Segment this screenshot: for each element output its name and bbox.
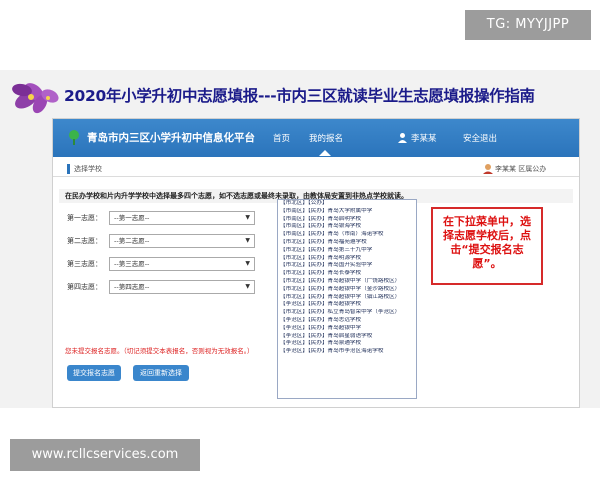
breadcrumb-bar: 选择学校 李某某 区属公办	[53, 161, 579, 177]
dropdown-item[interactable]: 【李沧区】【民办】青岛启星弱语学校	[278, 333, 416, 341]
dropdown-item[interactable]: 【市北区】【民办】私立青岛智荣中学（李沧区）	[278, 309, 416, 317]
back-button[interactable]: 返回重新选择	[133, 365, 189, 381]
choice-4-select[interactable]: --第四志愿-- ▼	[109, 280, 255, 294]
dropdown-item[interactable]: 【市北区】【民办】青岛福苑遵学校	[278, 239, 416, 247]
submit-button[interactable]: 提交报名志愿	[67, 365, 121, 381]
dropdown-item[interactable]: 【市北区】【民办】青岛第三十九中学	[278, 247, 416, 255]
flower-decoration-icon	[12, 83, 59, 114]
dropdown-item[interactable]: 【市南区】【民办】青岛（市南）海诺学校	[278, 231, 416, 239]
nav-user-name[interactable]: 李某某	[411, 132, 437, 144]
dropdown-item[interactable]: 【市北区】【民办】青岛超银中学（金沙路校区）	[278, 286, 416, 294]
page: TG: MYYJJPP 2020年小学升初中志愿填报---市内三区就读毕业生志愿…	[0, 0, 600, 480]
platform-header: 青岛市内三区小学升初中信息化平台 首页 我的报名 李某某 安全退出	[53, 119, 579, 157]
choice-2-select[interactable]: --第二志愿-- ▼	[109, 234, 255, 248]
avatar-icon	[483, 164, 493, 174]
dropdown-item[interactable]: 【市北区】【民办】青岛超银中学（镇江路校区）	[278, 294, 416, 302]
nav-my-registration[interactable]: 我的报名	[309, 132, 343, 156]
choice-1-value: --第一志愿--	[114, 214, 150, 222]
platform-title: 青岛市内三区小学升初中信息化平台	[87, 132, 255, 144]
watermark-top: TG: MYYJJPP	[465, 10, 591, 40]
breadcrumb: 选择学校	[67, 164, 102, 174]
dropdown-item[interactable]: 【市北区】【公办】	[278, 200, 416, 208]
choice-1-select[interactable]: --第一志愿-- ▼	[109, 211, 255, 225]
user-icon	[398, 133, 407, 143]
chevron-down-icon: ▼	[245, 283, 250, 290]
dropdown-item[interactable]: 【市北区】【民办】青岛国开实验中学	[278, 262, 416, 270]
slide-title: 2020年小学升初中志愿填报---市内三区就读毕业生志愿填报操作指南	[64, 87, 535, 105]
dropdown-item[interactable]: 【李沧区】【民办】青岛超银中学	[278, 325, 416, 333]
school-dropdown-list[interactable]: 【市北区】【公办】 【市南区】【民办】青岛大学附属中学 【市南区】【民办】青岛启…	[277, 199, 417, 399]
dropdown-item[interactable]: 【市南区】【民办】青岛银海学校	[278, 223, 416, 231]
instruction-callout: 在下拉菜单中，选择志愿学校后，点击“提交报名志愿”。	[431, 207, 543, 285]
dropdown-item[interactable]: 【市南区】【民办】青岛大学附属中学	[278, 208, 416, 216]
watermark-bottom: www.rcllcservices.com	[10, 439, 200, 471]
platform-logo-icon	[69, 130, 79, 145]
nav-logout[interactable]: 安全退出	[463, 132, 497, 144]
dropdown-item[interactable]: 【市北区】【民办】青岛明源学校	[278, 255, 416, 263]
nav-home[interactable]: 首页	[273, 132, 290, 144]
choice-2-label: 第二志愿：	[67, 237, 102, 245]
warning-text: 您未提交报名志愿。（切记须提交本表报名，否则视为无效报名。）	[65, 347, 254, 355]
dropdown-item[interactable]: 【李沧区】【民办】青岛市李沧区海诺学校	[278, 348, 416, 356]
dropdown-item[interactable]: 【市北区】【民办】青岛超银中学（广饶路校区）	[278, 278, 416, 286]
choice-3-label: 第三志愿：	[67, 260, 102, 268]
chevron-down-icon: ▼	[245, 214, 250, 221]
choice-3-value: --第三志愿--	[114, 260, 150, 268]
chevron-down-icon: ▼	[245, 237, 250, 244]
dropdown-item[interactable]: 【李沧区】【民办】青岛超银学校	[278, 301, 416, 309]
choice-3-select[interactable]: --第三志愿-- ▼	[109, 257, 255, 271]
dropdown-item[interactable]: 【李沧区】【民办】青岛志远学校	[278, 317, 416, 325]
dropdown-item[interactable]: 【市北区】【民办】青岛长泰学校	[278, 270, 416, 278]
dropdown-item[interactable]: 【李沧区】【民办】青岛泉通学校	[278, 340, 416, 348]
slide: 2020年小学升初中志愿填报---市内三区就读毕业生志愿填报操作指南 青岛市内三…	[0, 70, 600, 408]
choice-1-label: 第一志愿：	[67, 214, 102, 222]
dropdown-item[interactable]: 【市南区】【民办】青岛启明学校	[278, 216, 416, 224]
user-info: 李某某 区属公办	[495, 165, 547, 173]
browser-screenshot: 青岛市内三区小学升初中信息化平台 首页 我的报名 李某某 安全退出 选择学校 李…	[52, 118, 580, 408]
chevron-down-icon: ▼	[245, 260, 250, 267]
choice-2-value: --第二志愿--	[114, 237, 150, 245]
choice-4-label: 第四志愿：	[67, 283, 102, 291]
choice-4-value: --第四志愿--	[114, 283, 150, 291]
